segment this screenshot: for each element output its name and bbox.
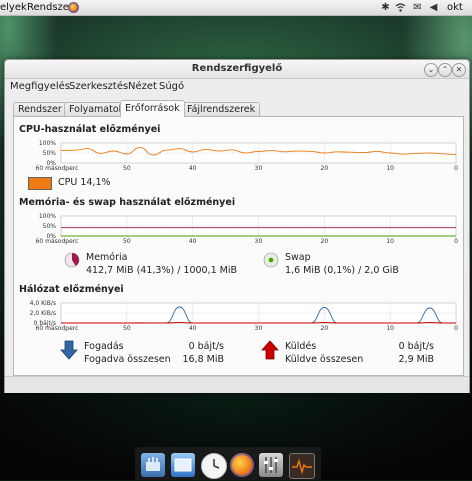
- files-icon[interactable]: [171, 453, 195, 477]
- net-x-tick-0: 60 másodperc: [36, 325, 79, 332]
- tab-filesystems[interactable]: Fájlrendszerek: [182, 102, 261, 116]
- close-button[interactable]: ✕: [452, 63, 466, 77]
- system-menu[interactable]: Rendszer: [27, 1, 73, 14]
- net-x-tick-3: 30: [255, 325, 263, 332]
- receive-label: Fogadás: [84, 341, 124, 352]
- system-monitor-window: Rendszerfigyelő ⌄ ⌃ ✕ Megfigyelés Szerke…: [4, 59, 470, 393]
- mem-y-tick-50: 50%: [43, 223, 57, 230]
- firefox-icon[interactable]: [230, 453, 254, 477]
- cpu-x-ticks: 60 másodperc 50 40 30 20 10 0: [36, 165, 458, 172]
- places-menu[interactable]: elyek: [0, 1, 27, 14]
- memory-section-title: Memória- és swap használat előzményei: [19, 197, 236, 208]
- receive-arrow-icon[interactable]: [60, 340, 78, 360]
- send-rate: 0 bájt/s: [398, 341, 434, 352]
- receive-total: 16,8 MiB: [182, 354, 224, 365]
- cpu-y-tick-100: 100%: [39, 140, 56, 147]
- cpu-x-tick-5: 10: [386, 165, 394, 172]
- mem-x-tick-5: 10: [386, 238, 394, 245]
- net-x-tick-4: 20: [321, 325, 329, 332]
- tab-system[interactable]: Rendszer: [13, 102, 67, 116]
- firefox-launcher-icon[interactable]: [68, 2, 79, 13]
- send-total-label: Küldve összesen: [285, 354, 364, 365]
- resources-page: CPU-használat előzményei 100% 50% 0% 60 …: [13, 116, 464, 376]
- settings-mixer-icon[interactable]: [259, 453, 283, 477]
- net-x-tick-2: 40: [189, 325, 197, 332]
- cpu-x-tick-3: 30: [255, 165, 263, 172]
- memory-history-graph: 100% 50% 0% 60 másodperc 50 40 30 20 10 0: [36, 213, 458, 245]
- receive-total-label: Fogadva összesen: [84, 354, 171, 365]
- clock-icon[interactable]: [201, 453, 227, 479]
- menu-bar: Megfigyelés Szerkesztés Nézet Súgó: [5, 79, 469, 95]
- mem-x-tick-2: 40: [189, 238, 197, 245]
- cpu-y-tick-50: 50%: [43, 150, 57, 157]
- swap-value: 1,6 MiB (0,1%) / 2,0 GiB: [285, 265, 399, 276]
- menu-monitor[interactable]: Megfigyelés: [10, 81, 70, 92]
- cpu-section-title: CPU-használat előzményei: [19, 124, 161, 135]
- cpu-x-tick-0: 60 másodperc: [36, 165, 79, 172]
- send-arrow-icon[interactable]: [261, 340, 279, 360]
- maximize-button[interactable]: ⌃: [438, 63, 452, 77]
- cpu-x-tick-1: 50: [123, 165, 131, 172]
- send-label: Küldés: [285, 341, 317, 352]
- tab-bar: Rendszer Folyamatok Erőforrások Fájlrend…: [13, 100, 463, 117]
- minimize-button[interactable]: ⌄: [424, 63, 438, 77]
- cpu-x-tick-6: 0: [454, 165, 458, 172]
- net-y-tick-2k: 2,0 KiB/s: [30, 310, 56, 317]
- send-total: 2,9 MiB: [398, 354, 434, 365]
- cpu-legend: CPU 14,1%: [58, 177, 111, 188]
- swap-label: Swap: [285, 252, 311, 263]
- network-section-title: Hálózat előzményei: [19, 284, 124, 295]
- memory-x-ticks: 60 másodperc 50 40 30 20 10 0: [36, 238, 458, 245]
- menu-edit[interactable]: Szerkesztés: [69, 81, 128, 92]
- volume-icon[interactable]: ◀: [428, 2, 439, 13]
- mem-x-tick-6: 0: [454, 238, 458, 245]
- mem-x-tick-0: 60 másodperc: [36, 238, 79, 245]
- cpu-color-swatch[interactable]: [28, 177, 52, 190]
- net-x-tick-1: 50: [123, 325, 131, 332]
- net-x-tick-6: 0: [454, 325, 458, 332]
- cpu-x-tick-2: 40: [189, 165, 197, 172]
- network-wifi-icon[interactable]: [395, 2, 406, 13]
- menu-help[interactable]: Súgó: [159, 81, 184, 92]
- mem-x-tick-4: 20: [321, 238, 329, 245]
- system-monitor-icon[interactable]: [289, 453, 315, 479]
- window-title: Rendszerfigyelő: [191, 63, 283, 74]
- net-series-1: [60, 322, 456, 324]
- mail-icon[interactable]: ✉: [412, 2, 423, 13]
- memory-label: Memória: [86, 252, 128, 263]
- cpu-history-graph: 100% 50% 0% 60 másodperc 50 40 30 20 10 0: [36, 140, 458, 172]
- memory-value: 412,7 MiB (41,3%) / 1000,1 MiB: [86, 265, 238, 276]
- title-bar[interactable]: Rendszerfigyelő ⌄ ⌃ ✕: [5, 60, 469, 79]
- network-settings-icon[interactable]: [141, 453, 165, 477]
- tab-resources[interactable]: Erőforrások: [120, 100, 185, 117]
- top-panel: elyek Rendszer ✱ ✉ ◀ okt: [0, 0, 472, 16]
- net-y-tick-4k: 4,0 KiB/s: [30, 300, 56, 307]
- network-history-graph: 4,0 KiB/s 2,0 KiB/s 0 bájt/s 60 másodper…: [30, 300, 458, 332]
- clock[interactable]: okt: [447, 1, 463, 14]
- status-bar: [5, 376, 469, 393]
- bluetooth-icon[interactable]: ✱: [380, 2, 391, 13]
- network-x-ticks: 60 másodperc 50 40 30 20 10 0: [36, 325, 458, 332]
- cpu-x-tick-4: 20: [321, 165, 329, 172]
- net-x-tick-5: 10: [386, 325, 394, 332]
- swap-pie-icon[interactable]: [263, 252, 279, 268]
- mem-x-tick-1: 50: [123, 238, 131, 245]
- menu-view[interactable]: Nézet: [128, 81, 157, 92]
- memory-pie-icon[interactable]: [64, 252, 80, 268]
- receive-rate: 0 bájt/s: [188, 341, 224, 352]
- mem-y-tick-100: 100%: [39, 213, 56, 220]
- mem-x-tick-3: 30: [255, 238, 263, 245]
- dock: [135, 447, 321, 480]
